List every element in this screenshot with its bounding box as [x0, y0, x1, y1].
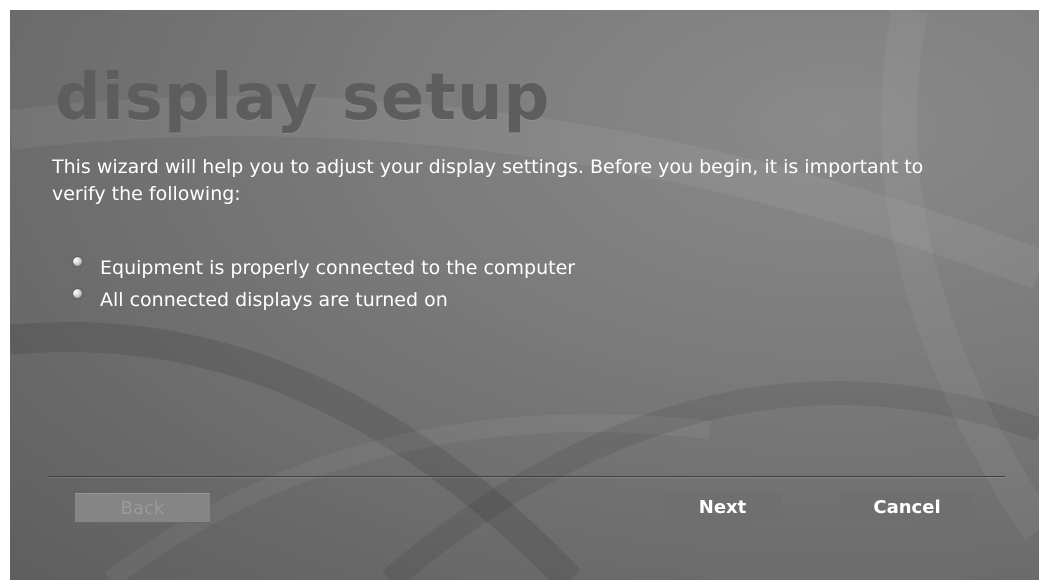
- page-title: display setup: [55, 61, 551, 135]
- back-button[interactable]: Back: [75, 493, 210, 523]
- wizard-window: display setup This wizard will help you …: [10, 10, 1039, 580]
- next-button[interactable]: Next: [663, 493, 782, 523]
- round-bullet-icon: [73, 289, 82, 298]
- intro-text: This wizard will help you to adjust your…: [52, 156, 924, 205]
- round-bullet-icon: [73, 257, 82, 266]
- footer-divider: [48, 476, 1005, 477]
- checklist-item-label: Equipment is properly connected to the c…: [100, 257, 576, 279]
- checklist: Equipment is properly connected to the c…: [70, 252, 575, 316]
- cancel-button[interactable]: Cancel: [840, 493, 974, 523]
- checklist-item: Equipment is properly connected to the c…: [70, 252, 575, 284]
- checklist-item-label: All connected displays are turned on: [100, 289, 448, 311]
- checklist-item: All connected displays are turned on: [70, 284, 575, 316]
